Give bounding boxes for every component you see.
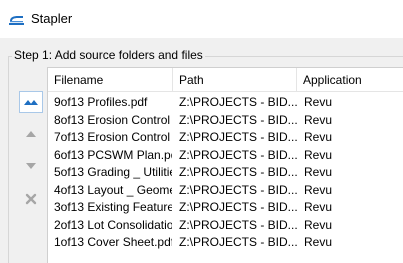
filename-cell: 4of13 Layout _ Geome... (54, 182, 172, 197)
move-to-top-button[interactable] (19, 91, 43, 113)
path-cell: Z:\PROJECTS - BID... (179, 200, 297, 214)
application-cell: Revu (304, 217, 333, 232)
list-item[interactable]: 4of13 Layout _ Geome... Z:\PROJECTS - BID… (48, 182, 403, 200)
application-cell: Revu (304, 112, 333, 127)
application-cell: Revu (304, 130, 333, 144)
filename-cell: 1of13 Cover Sheet.pdf (54, 235, 172, 249)
list-item[interactable]: 1of13 Cover Sheet.pdf Z:\PROJECTS - BID..… (48, 234, 403, 252)
up-arrow-icon (25, 130, 37, 138)
filename-cell: 6of13 PCSWM Plan.pdf (54, 147, 172, 162)
list-item[interactable]: 8of13 Erosion Control ... Z:\PROJECTS - B… (48, 112, 403, 130)
application-cell: Revu (304, 165, 333, 179)
filename-cell: 7of13 Erosion Control ... (54, 130, 172, 144)
window-title: Stapler (31, 11, 73, 26)
double-up-arrow-icon (23, 97, 39, 107)
list-item[interactable]: 3of13 Existing Feature... Z:\PROJECTS - B… (48, 199, 403, 217)
list-item[interactable]: 2of13 Lot Consolidatio... Z:\PROJECTS - B… (48, 217, 403, 235)
title-bar: Stapler (0, 0, 403, 38)
list-item[interactable]: 9of13 Profiles.pdf Z:\PROJECTS - BID... Re… (48, 94, 403, 112)
path-cell: Z:\PROJECTS - BID... (179, 130, 297, 144)
path-cell: Z:\PROJECTS - BID... (179, 165, 297, 179)
step-legend: Step 1: Add source folders and files (12, 48, 205, 62)
list-header: Filename Path Application (48, 68, 403, 92)
application-cell: Revu (304, 235, 333, 249)
filename-cell: 8of13 Erosion Control ... (54, 112, 172, 127)
path-cell: Z:\PROJECTS - BID... (179, 147, 297, 162)
remove-button[interactable] (19, 188, 43, 210)
move-down-button[interactable] (19, 155, 43, 177)
column-header-application[interactable]: Application (297, 68, 403, 92)
column-header-filename[interactable]: Filename (48, 68, 173, 92)
path-cell: Z:\PROJECTS - BID... (179, 95, 297, 109)
application-cell: Revu (304, 95, 333, 109)
application-cell: Revu (304, 182, 333, 197)
path-cell: Z:\PROJECTS - BID... (179, 182, 297, 197)
path-cell: Z:\PROJECTS - BID... (179, 217, 297, 232)
filename-cell: 3of13 Existing Feature... (54, 200, 172, 214)
list-item[interactable]: 5of13 Grading _ Utilitie... Z:\PROJECTS -… (48, 164, 403, 182)
filename-cell: 9of13 Profiles.pdf (54, 95, 148, 109)
move-up-button[interactable] (19, 123, 43, 145)
path-cell: Z:\PROJECTS - BID... (179, 235, 297, 249)
column-header-path[interactable]: Path (173, 68, 297, 92)
x-icon (25, 193, 37, 205)
stapler-icon (8, 10, 26, 28)
down-arrow-icon (25, 162, 37, 170)
list-item[interactable]: 6of13 PCSWM Plan.pdf Z:\PROJECTS - BID...… (48, 147, 403, 165)
filename-cell: 5of13 Grading _ Utilitie... (54, 165, 172, 179)
application-cell: Revu (304, 147, 333, 162)
list-item[interactable]: 7of13 Erosion Control ... Z:\PROJECTS - B… (48, 129, 403, 147)
application-cell: Revu (304, 200, 333, 214)
path-cell: Z:\PROJECTS - BID... (179, 112, 297, 127)
filename-cell: 2of13 Lot Consolidatio... (54, 217, 172, 232)
file-list[interactable]: Filename Path Application 9of13 Profiles… (47, 67, 403, 263)
list-rows: 9of13 Profiles.pdf Z:\PROJECTS - BID... Re… (48, 94, 403, 252)
